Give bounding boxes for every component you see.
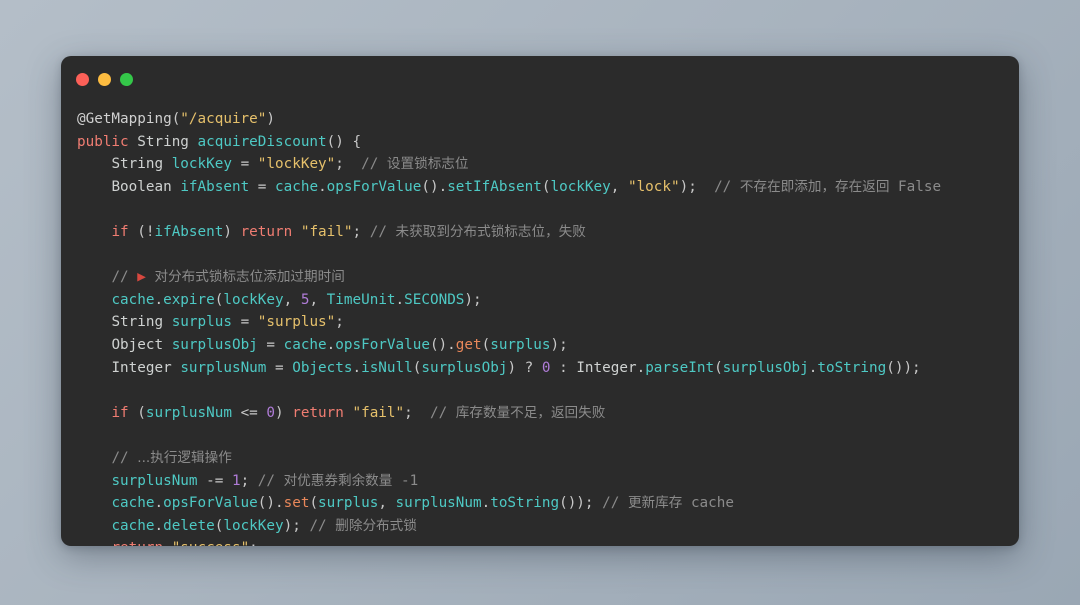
code-line: String surplus = "surplus"; — [111, 314, 344, 331]
code-line: Boolean ifAbsent = cache.opsForValue().s… — [111, 178, 942, 195]
code-line: cache.expire(lockKey, 5, TimeUnit.SECOND… — [111, 291, 482, 308]
code-line: if (surplusNum <= 0) return "fail"; // 库… — [111, 404, 606, 421]
code-block[interactable]: @GetMapping("/acquire") public String acq… — [77, 108, 1005, 546]
code-line: surplusNum -= 1; // 对优惠券剩余数量 -1 — [111, 472, 419, 489]
code-line: Object surplusObj = cache.opsForValue().… — [111, 336, 568, 353]
code-line: return "success"; — [77, 537, 1005, 546]
code-line: // ▶ 对分布式锁标志位添加过期时间 — [111, 269, 345, 286]
code-line: String lockKey = "lockKey"; // 设置锁标志位 — [111, 156, 469, 173]
code-window: @GetMapping("/acquire") public String acq… — [61, 56, 1019, 546]
code-line: @GetMapping("/acquire") — [77, 111, 275, 127]
close-button-icon[interactable] — [76, 73, 89, 86]
red-flag-icon: ▶ — [137, 269, 146, 286]
zoom-button-icon[interactable] — [120, 73, 133, 86]
minimize-button-icon[interactable] — [98, 73, 111, 86]
code-line: if (!ifAbsent) return "fail"; // 未获取到分布式… — [111, 223, 586, 240]
code-editor-area[interactable]: @GetMapping("/acquire") public String acq… — [61, 108, 1019, 546]
traffic-light-buttons — [76, 73, 133, 86]
code-line: // ...执行逻辑操作 — [111, 449, 232, 466]
code-line: public String acquireDiscount() { — [77, 133, 362, 150]
code-line: cache.delete(lockKey); // 删除分布式锁 — [111, 517, 417, 534]
code-line: cache.opsForValue().set(surplus, surplus… — [111, 495, 734, 512]
code-line: Integer surplusNum = Objects.isNull(surp… — [111, 359, 921, 376]
screenshot-canvas: @GetMapping("/acquire") public String acq… — [0, 0, 1080, 605]
window-titlebar[interactable] — [61, 56, 1019, 108]
